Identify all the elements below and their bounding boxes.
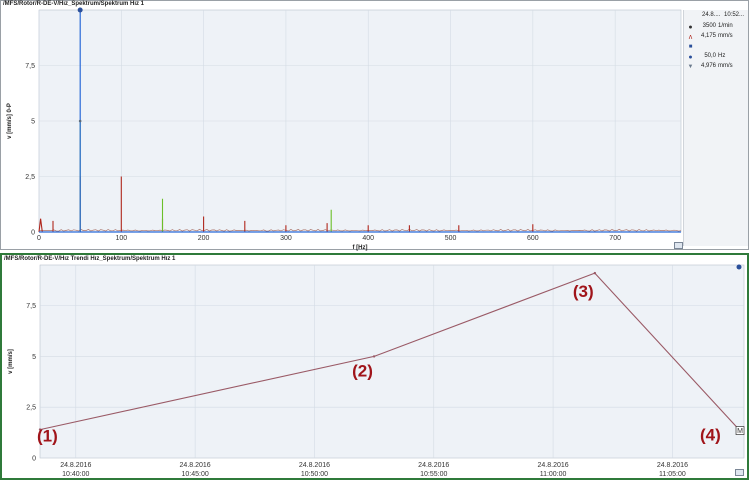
x-tick-label: 0 (37, 235, 41, 242)
annotation-label-2: (2) (352, 361, 373, 380)
legend-time: 10:52... (724, 12, 745, 18)
legend-value: 50,0 (704, 53, 716, 59)
cursor-peak-marker (78, 119, 82, 123)
x-tick-time: 10:45:00 (181, 471, 208, 478)
x-tick-label: 700 (609, 235, 621, 242)
triangle-icon: ▼ (687, 64, 694, 70)
x-tick-date: 24.8.2016 (60, 462, 91, 469)
y-tick-label: 2,5 (26, 405, 36, 412)
legend-unit: mm/s (718, 33, 733, 39)
x-tick-label: 500 (445, 235, 457, 242)
x-tick-label: 300 (280, 235, 292, 242)
x-tick-time: 10:55:00 (420, 471, 447, 478)
spectrum-panel: /MFS/Rotor/R-DE-V/Hız_Spektrum/Spektrum … (0, 0, 749, 251)
trend-marker-label: M (737, 428, 743, 435)
trend-panel: /MFS/Rotor/R-DE-V/Hız Trendi Hız_Spektru… (0, 253, 749, 480)
x-tick-date: 24.8.2016 (418, 462, 449, 469)
annotation-label-1: (1) (37, 427, 58, 446)
x-tick-date: 24.8.2016 (538, 462, 569, 469)
x-tick-label: 100 (115, 235, 127, 242)
circle-dark-icon: ● (688, 24, 693, 31)
collapse-button[interactable] (674, 242, 683, 249)
y-axis-label: v [mm/s] 0-P (7, 103, 13, 139)
annotation-label-4: (4) (700, 426, 721, 445)
y-tick-label: 7,5 (25, 63, 35, 70)
legend-row-marker: ■ (684, 43, 748, 52)
trend-chart[interactable]: 24.8.2016 10:40:00 24.8.2016 10:45:00 24.8.2… (2, 255, 747, 478)
legend-value: 4,976 (700, 63, 716, 69)
y-tick-label: 7,5 (26, 303, 36, 310)
x-tick-date: 24.8.2016 (657, 462, 688, 469)
x-axis-label: f [Hz] (353, 245, 368, 251)
x-tick-time: 10:50:00 (301, 471, 328, 478)
circle-blue-icon: ● (688, 54, 693, 61)
cursor-top-marker (736, 264, 742, 270)
x-tick-date: 24.8.2016 (299, 462, 330, 469)
x-tick-time: 11:00:00 (540, 471, 567, 478)
legend-row-frequency: ● 50,0 Hz (684, 53, 748, 62)
legend-value: 3500 (702, 23, 716, 29)
legend-row-peak: ▼ 4,976 mm/s (684, 63, 748, 72)
y-tick-label: 5 (31, 119, 35, 126)
y-tick-label: 0 (31, 230, 35, 237)
y-axis-label: v [mm/s] (8, 349, 14, 374)
annotation-label-3: (3) (573, 282, 594, 301)
x-tick-date: 24.8.2016 (180, 462, 211, 469)
y-tick-label: 0 (32, 456, 36, 463)
legend-unit: mm/s (718, 63, 733, 69)
trend-point (372, 355, 376, 358)
x-tick-label: 200 (198, 235, 210, 242)
legend-unit: 1/min (718, 23, 733, 29)
x-tick-label: 400 (362, 235, 374, 242)
legend-row-amplitude: ʌ 4,175 mm/s (684, 33, 748, 42)
cursor-legend: 24.8.... 10:52... ● 3500 1/min ʌ 4,175 m… (683, 10, 748, 246)
collapse-button[interactable] (735, 469, 744, 476)
x-tick-time: 11:05:00 (659, 471, 686, 478)
y-tick-label: 2,5 (25, 174, 35, 181)
legend-datetime-row: 24.8.... 10:52... (684, 12, 748, 21)
y-tick-label: 5 (32, 354, 36, 361)
legend-value: 4,175 (700, 33, 716, 39)
trend-point (593, 271, 597, 275)
spectrum-chart[interactable]: 0 100 200 300 400 500 600 700 0 2,5 5 7,5 f [Hz] v [m… (1, 1, 749, 251)
x-tick-time: 10:40:00 (62, 471, 89, 478)
spectrum-line-icon: ʌ (688, 34, 693, 41)
legend-unit: Hz (718, 53, 726, 59)
legend-date: 24.8.... (702, 12, 721, 18)
plot-area (39, 264, 745, 459)
cursor-top-marker (77, 7, 83, 13)
legend-row-speed: ● 3500 1/min (684, 23, 748, 32)
square-blue-icon: ■ (688, 44, 693, 50)
x-tick-label: 600 (527, 235, 539, 242)
